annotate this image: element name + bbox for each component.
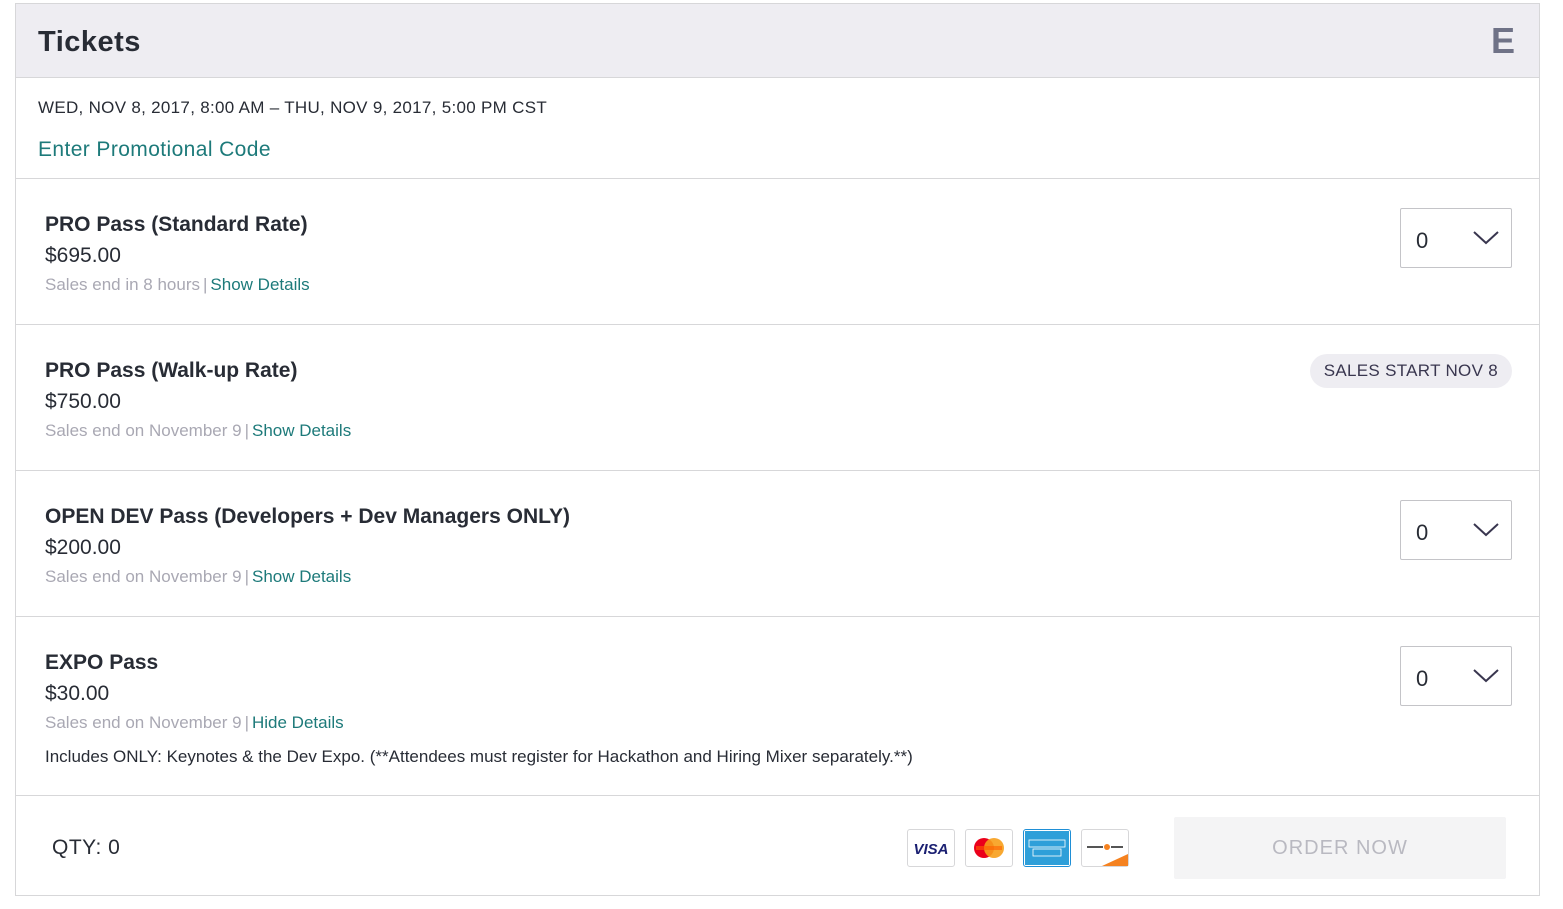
chevron-down-icon xyxy=(1473,231,1499,245)
event-date-range: WED, NOV 8, 2017, 8:00 AM – THU, NOV 9, … xyxy=(38,98,548,117)
ticket-row: PRO Pass (Standard Rate) $695.00 Sales e… xyxy=(16,179,1539,325)
ticket-name: EXPO Pass xyxy=(45,651,159,674)
ticket-price: $695.00 xyxy=(45,244,121,267)
separator: | xyxy=(244,567,249,586)
sales-end-text: Sales end on November 9 xyxy=(45,567,242,586)
ticket-panel: Tickets E WED, NOV 8, 2017, 8:00 AM – TH… xyxy=(15,3,1540,896)
separator: | xyxy=(203,275,208,294)
ticket-name: OPEN DEV Pass (Developers + Dev Managers… xyxy=(45,505,571,528)
total-quantity: QTY: 0 xyxy=(52,836,121,859)
ticket-sales-info: Sales end in 8 hours | Show Details xyxy=(45,275,310,295)
american-express-icon xyxy=(1023,829,1071,867)
chevron-down-icon xyxy=(1473,523,1499,537)
svg-text:VISA: VISA xyxy=(913,841,948,858)
separator: | xyxy=(244,713,249,732)
promo-code-link[interactable]: Enter Promotional Code xyxy=(38,138,271,162)
quantity-value: 0 xyxy=(1416,228,1429,253)
quantity-select[interactable]: 0 xyxy=(1400,500,1512,560)
hide-details-link[interactable]: Hide Details xyxy=(252,713,344,732)
ticket-sales-info: Sales end on November 9 | Show Details xyxy=(45,567,351,587)
order-footer: QTY: 0 VISA ORDER NOW xyxy=(16,796,1539,899)
quantity-select[interactable]: 0 xyxy=(1400,208,1512,268)
ticket-price: $750.00 xyxy=(45,390,121,413)
sales-start-badge: SALES START NOV 8 xyxy=(1309,354,1512,388)
ticket-name: PRO Pass (Standard Rate) xyxy=(45,213,308,236)
order-now-button[interactable]: ORDER NOW xyxy=(1174,817,1506,879)
ticket-sales-info: Sales end on November 9 | Show Details xyxy=(45,421,351,441)
ticket-description: Includes ONLY: Keynotes & the Dev Expo. … xyxy=(45,747,913,766)
chevron-down-icon xyxy=(1473,669,1499,683)
ticket-name: PRO Pass (Walk-up Rate) xyxy=(45,359,298,382)
panel-header: Tickets E xyxy=(16,4,1539,78)
ticket-row: EXPO Pass $30.00 Sales end on November 9… xyxy=(16,617,1539,796)
sales-end-text: Sales end on November 9 xyxy=(45,421,242,440)
visa-icon: VISA xyxy=(907,829,955,867)
show-details-link[interactable]: Show Details xyxy=(252,421,351,440)
mastercard-icon xyxy=(965,829,1013,867)
show-details-link[interactable]: Show Details xyxy=(252,567,351,586)
quantity-value: 0 xyxy=(1416,666,1429,691)
sales-end-text: Sales end on November 9 xyxy=(45,713,242,732)
ticket-sales-info: Sales end on November 9 | Hide Details xyxy=(45,713,344,733)
ticket-price: $200.00 xyxy=(45,536,121,559)
separator: | xyxy=(244,421,249,440)
brand-logo: E xyxy=(1490,20,1515,61)
quantity-select[interactable]: 0 xyxy=(1400,646,1512,706)
ticket-price: $30.00 xyxy=(45,682,110,705)
quantity-value: 0 xyxy=(1416,520,1429,545)
ticket-row: PRO Pass (Walk-up Rate) $750.00 Sales en… xyxy=(16,325,1539,471)
sales-end-text: Sales end in 8 hours xyxy=(45,275,200,294)
ticket-row: OPEN DEV Pass (Developers + Dev Managers… xyxy=(16,471,1539,617)
event-info: WED, NOV 8, 2017, 8:00 AM – THU, NOV 9, … xyxy=(16,78,1539,179)
show-details-link[interactable]: Show Details xyxy=(210,275,309,294)
panel-title: Tickets xyxy=(38,26,141,58)
discover-icon xyxy=(1081,829,1129,867)
